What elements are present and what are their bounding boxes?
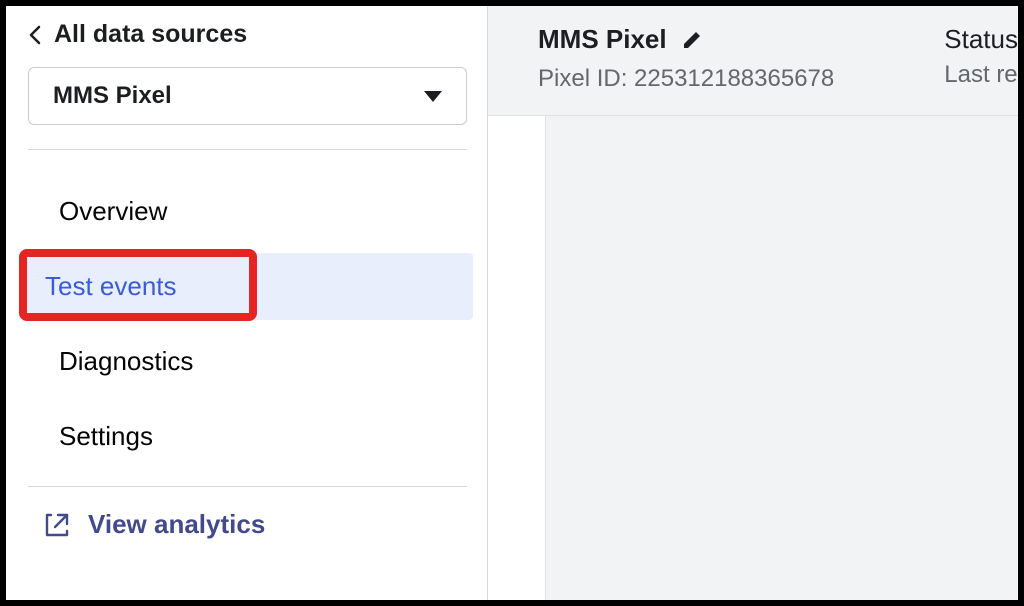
nav-diagnostics[interactable]: Diagnostics	[21, 328, 473, 395]
sidebar: All data sources MMS Pixel Overview Test…	[6, 6, 488, 600]
page-title: MMS Pixel	[538, 24, 667, 55]
view-analytics-link[interactable]: View analytics	[6, 487, 487, 558]
nav-settings[interactable]: Settings	[21, 403, 473, 470]
nav-test-events-label: Test events	[45, 271, 177, 301]
content-body	[488, 116, 1018, 600]
nav-test-events[interactable]: Test events	[21, 253, 473, 320]
view-analytics-label: View analytics	[88, 509, 265, 540]
external-link-icon	[44, 512, 70, 538]
header-right: Status Last re	[944, 24, 1018, 89]
title-row: MMS Pixel	[538, 24, 834, 55]
sidebar-nav: Overview Test events Diagnostics Setting…	[6, 174, 487, 474]
status-label: Status	[944, 24, 1018, 55]
caret-down-icon	[424, 91, 442, 102]
pixel-selector-label: MMS Pixel	[53, 82, 172, 110]
last-received-label: Last re	[944, 61, 1017, 89]
back-label: All data sources	[54, 20, 247, 49]
header-left: MMS Pixel Pixel ID: 225312188365678	[538, 24, 834, 93]
content-header: MMS Pixel Pixel ID: 225312188365678 Stat…	[488, 6, 1018, 116]
app-frame: All data sources MMS Pixel Overview Test…	[6, 6, 1018, 600]
chevron-left-icon	[28, 24, 42, 46]
divider	[28, 149, 467, 150]
pencil-icon[interactable]	[681, 29, 703, 51]
content-panel-strip	[488, 116, 546, 600]
pixel-id-label: Pixel ID: 225312188365678	[538, 65, 834, 93]
main-content: MMS Pixel Pixel ID: 225312188365678 Stat…	[488, 6, 1018, 600]
pixel-selector[interactable]: MMS Pixel	[28, 67, 467, 125]
back-link[interactable]: All data sources	[6, 20, 487, 67]
nav-overview[interactable]: Overview	[21, 178, 473, 245]
